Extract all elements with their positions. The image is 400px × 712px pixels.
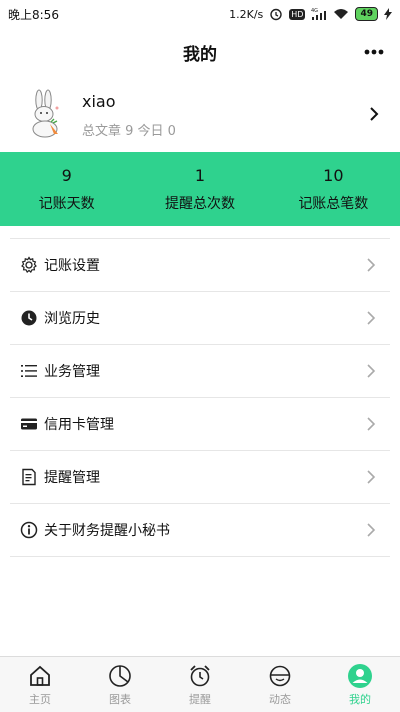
list-icon [20, 362, 38, 380]
summary-bar: 9 记账天数 1 提醒总次数 10 记账总笔数 [0, 152, 400, 226]
menu-item-label: 提醒管理 [44, 470, 100, 486]
page-title: 我的 [183, 44, 217, 65]
menu-item-label: 浏览历史 [44, 311, 100, 327]
menu-item-browse-history[interactable]: 浏览历史 [10, 292, 390, 345]
tab-label: 提醒 [189, 693, 211, 706]
menu-item-reminder-management[interactable]: 提醒管理 [10, 451, 390, 504]
stat-reminder-count[interactable]: 1 提醒总次数 [133, 152, 266, 226]
tab-label: 主页 [29, 693, 51, 706]
username: xiao [82, 92, 116, 111]
signal-icon: 4G [311, 7, 327, 21]
battery-icon: 49 [355, 7, 378, 21]
menu-item-label: 业务管理 [44, 364, 100, 380]
charging-icon [384, 8, 392, 20]
status-time: 晚上8:56 [8, 7, 59, 22]
menu-item-label: 信用卡管理 [44, 417, 114, 433]
chevron-right-icon [366, 416, 376, 432]
status-indicators: 1.2K/s HD 4G 49 [229, 7, 392, 21]
document-icon [20, 468, 38, 486]
stat-value: 10 [323, 165, 344, 185]
menu-item-bookkeeping-settings[interactable]: 记账设置 [10, 238, 390, 292]
svg-text:4G: 4G [311, 8, 318, 14]
user-icon [347, 663, 373, 689]
menu-item-credit-card-management[interactable]: 信用卡管理 [10, 398, 390, 451]
alarm-clock-icon [187, 663, 213, 689]
chevron-right-icon[interactable] [368, 105, 380, 123]
tab-charts[interactable]: 图表 [80, 657, 160, 712]
tab-feed[interactable]: 动态 [240, 657, 320, 712]
more-options-icon[interactable] [362, 40, 386, 64]
network-speed: 1.2K/s [229, 7, 264, 21]
menu-item-label: 记账设置 [44, 258, 100, 274]
avatar [24, 88, 68, 138]
alarm-status-icon [269, 7, 283, 21]
profile-card[interactable]: xiao 总文章 9 今日 0 [0, 80, 400, 152]
chevron-right-icon [366, 363, 376, 379]
chevron-right-icon [366, 257, 376, 273]
pie-chart-icon [107, 663, 133, 689]
tab-label: 我的 [349, 693, 371, 706]
hd-icon: HD [289, 8, 306, 20]
tab-home[interactable]: 主页 [0, 657, 80, 712]
stat-label: 提醒总次数 [164, 195, 235, 212]
info-icon [20, 521, 38, 539]
stat-entry-count[interactable]: 10 记账总笔数 [267, 152, 400, 226]
settings-menu: 记账设置 浏览历史 业务管理 信用卡管理 提醒管理 关于财务提醒小秘书 [10, 238, 390, 557]
chevron-right-icon [366, 522, 376, 538]
tab-label: 图表 [109, 693, 131, 706]
feed-icon [267, 663, 293, 689]
status-bar: 晚上8:56 1.2K/s HD 4G 49 [0, 0, 400, 28]
stat-label: 记账总笔数 [298, 195, 369, 212]
chevron-right-icon [366, 310, 376, 326]
credit-card-icon [20, 415, 38, 433]
tab-label: 动态 [269, 693, 291, 706]
stat-bookkeeping-days[interactable]: 9 记账天数 [0, 152, 133, 226]
stat-value: 9 [61, 165, 72, 185]
menu-item-label: 关于财务提醒小秘书 [44, 523, 170, 539]
chevron-right-icon [366, 469, 376, 485]
bottom-tab-bar: 主页 图表 提醒 动态 我的 [0, 656, 400, 712]
clock-icon [20, 309, 38, 327]
gear-icon [20, 256, 38, 274]
user-stats: 总文章 9 今日 0 [82, 124, 176, 139]
stat-label: 记账天数 [38, 195, 95, 212]
battery-level: 49 [355, 7, 378, 21]
stat-value: 1 [194, 165, 206, 185]
menu-item-about[interactable]: 关于财务提醒小秘书 [10, 504, 390, 557]
page-header: 我的 [0, 28, 400, 76]
home-icon [27, 663, 53, 689]
wifi-icon [333, 8, 349, 20]
tab-reminders[interactable]: 提醒 [160, 657, 240, 712]
tab-mine[interactable]: 我的 [320, 657, 400, 712]
menu-item-business-management[interactable]: 业务管理 [10, 345, 390, 398]
